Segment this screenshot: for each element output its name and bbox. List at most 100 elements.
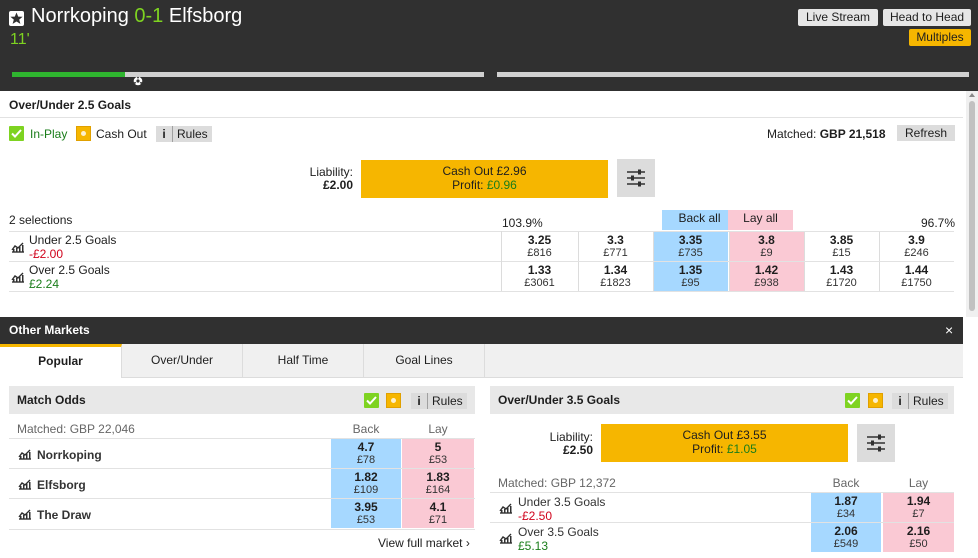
price-odds: 3.9	[908, 233, 925, 247]
first-half-timeline	[12, 72, 484, 77]
price-volume: £771	[603, 247, 628, 259]
market-title: Over/Under 2.5 Goals	[9, 98, 132, 112]
rules-button[interactable]: i Rules	[892, 393, 948, 409]
live-stream-button[interactable]: Live Stream	[798, 9, 878, 26]
multiples-button[interactable]: Multiples	[909, 29, 971, 46]
market-depth-chart-icon[interactable]	[18, 448, 32, 460]
runner-name[interactable]: Elfsborg	[37, 478, 86, 492]
back-all-button[interactable]: Back all	[662, 210, 737, 230]
match-odds-title: Match Odds	[17, 393, 86, 407]
lay-price-cell[interactable]: 2.16 £50	[883, 523, 954, 552]
first-half-progress	[12, 72, 126, 77]
back-column-header: Back	[832, 476, 860, 490]
price-odds: 1.94	[906, 494, 931, 508]
matched-amount: Matched: GBP 21,518	[767, 127, 886, 141]
runner-name[interactable]: The Draw	[37, 508, 91, 522]
refresh-button[interactable]: Refresh	[897, 125, 955, 141]
back-overround: 103.9%	[502, 216, 543, 230]
price-volume: £50	[909, 538, 928, 550]
market-depth-chart-icon[interactable]	[499, 502, 513, 514]
scrollbar-thumb[interactable]	[969, 101, 975, 311]
head-to-head-button[interactable]: Head to Head	[883, 9, 971, 26]
price-cell[interactable]: 1.43 £1720	[804, 262, 879, 291]
scrollbar[interactable]	[966, 91, 978, 317]
lay-price-cell[interactable]: 1.94 £7	[883, 493, 954, 522]
price-cell[interactable]: 3.8 £9	[729, 232, 804, 261]
price-volume: £71	[428, 514, 448, 526]
back-price-cell[interactable]: 3.95 £53	[331, 499, 401, 528]
price-cell[interactable]: 1.42 £938	[729, 262, 804, 291]
runner-name[interactable]: Under 3.5 Goals	[518, 495, 605, 509]
price-cell[interactable]: 3.25 £816	[502, 232, 577, 261]
grid-line	[804, 262, 805, 291]
rules-button[interactable]: i Rules	[411, 393, 467, 409]
runner-name[interactable]: Over 2.5 Goals	[29, 263, 110, 277]
runner-profit-loss: -£2.00	[29, 247, 64, 261]
grid-line	[729, 232, 730, 261]
tab-popular[interactable]: Popular	[0, 344, 122, 378]
matched-label: Matched:	[767, 127, 817, 141]
tab-half-time[interactable]: Half Time	[243, 344, 364, 378]
cash-out-settings-button[interactable]	[617, 159, 655, 197]
liability-label: Liability:	[309, 165, 353, 179]
divider	[9, 529, 475, 530]
price-odds: 4.7	[357, 440, 375, 454]
tab-goal-lines[interactable]: Goal Lines	[364, 344, 485, 378]
match-header: Norrkoping 0-1 Elfsborg 11' Live Stream …	[0, 0, 978, 91]
lay-price-cell[interactable]: 5 £53	[402, 439, 474, 468]
market-depth-chart-icon[interactable]	[11, 271, 25, 283]
price-cell[interactable]: 3.85 £15	[804, 232, 879, 261]
rules-label: Rules	[432, 394, 463, 408]
price-odds: 3.8	[758, 233, 775, 247]
cash-out-button[interactable]: Cash Out £2.96 Profit: £0.96	[361, 160, 608, 198]
price-cell[interactable]: 1.44 £1750	[879, 262, 954, 291]
close-icon[interactable]: ×	[945, 322, 953, 338]
lay-overround: 96.7%	[921, 216, 956, 230]
market-depth-chart-icon[interactable]	[499, 532, 513, 544]
market-depth-chart-icon[interactable]	[18, 478, 32, 490]
price-cell[interactable]: 1.35 £95	[653, 262, 728, 291]
cash-out-settings-button[interactable]	[857, 424, 895, 462]
back-price-cell[interactable]: 1.82 £109	[331, 469, 401, 498]
tab-over-under[interactable]: Over/Under	[122, 344, 243, 378]
back-price-cell[interactable]: 2.06 £549	[811, 523, 881, 552]
match-clock: 11'	[10, 31, 30, 48]
other-markets-bar: Other Markets ×	[0, 317, 963, 344]
back-price-cell[interactable]: 4.7 £78	[331, 439, 401, 468]
back-price-cell[interactable]: 1.87 £34	[811, 493, 881, 522]
price-cell[interactable]: 3.3 £771	[578, 232, 653, 261]
runner-name[interactable]: Under 2.5 Goals	[29, 233, 116, 247]
rules-button[interactable]: i Rules	[156, 126, 212, 142]
lay-price-cell[interactable]: 4.1 £71	[402, 499, 474, 528]
ou35-header: Over/Under 3.5 Goals	[490, 386, 954, 414]
view-full-market-link[interactable]: View full market ›	[378, 536, 470, 550]
cash-out-label: Cash Out	[96, 127, 147, 141]
lay-all-button[interactable]: Lay all	[728, 210, 793, 230]
favourite-star-icon[interactable]	[9, 11, 24, 26]
price-volume: £78	[356, 454, 376, 466]
price-odds: 4.1	[429, 500, 447, 514]
price-cell[interactable]: 3.9 £246	[879, 232, 954, 261]
market-depth-chart-icon[interactable]	[11, 241, 25, 253]
market-depth-chart-icon[interactable]	[18, 508, 32, 520]
price-volume: £53	[356, 514, 376, 526]
runner-name[interactable]: Norrkoping	[37, 448, 102, 462]
price-cell[interactable]: 1.33 £3061	[502, 262, 577, 291]
scroll-up-icon[interactable]	[969, 93, 975, 97]
cash-out-button[interactable]: Cash Out £3.55 Profit: £1.05	[601, 424, 848, 462]
price-cell[interactable]: 1.34 £1823	[578, 262, 653, 291]
cash-out-icon	[386, 393, 401, 408]
profit-value: £1.05	[726, 442, 757, 456]
lay-price-cell[interactable]: 1.83 £164	[402, 469, 474, 498]
cash-out-profit: Profit: £0.96	[361, 178, 608, 192]
match-odds-header: Match Odds	[9, 386, 475, 414]
lay-column-header: Lay	[428, 422, 448, 436]
liability-value: £2.00	[322, 178, 353, 192]
price-cell[interactable]: 3.35 £735	[653, 232, 728, 261]
price-odds: 1.87	[834, 494, 858, 508]
price-odds: 2.06	[834, 524, 858, 538]
price-volume: £34	[836, 508, 856, 520]
in-play-check-icon	[9, 126, 24, 141]
runner-name[interactable]: Over 3.5 Goals	[518, 525, 599, 539]
price-odds: 1.34	[603, 263, 628, 277]
